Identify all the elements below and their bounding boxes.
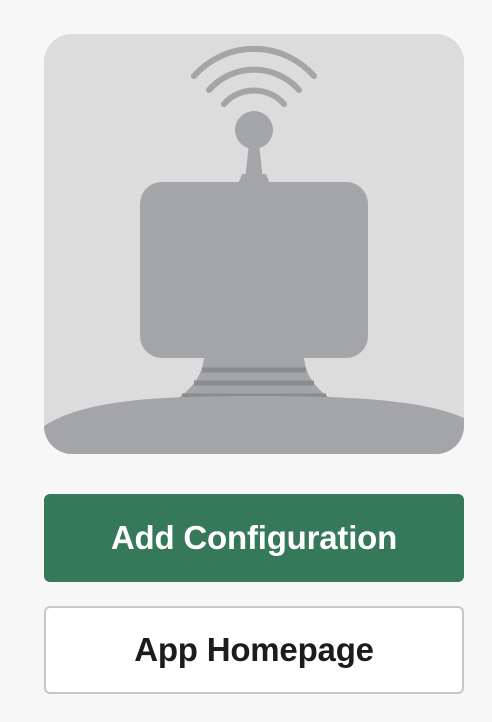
robot-head: [140, 182, 368, 358]
antenna-ball: [235, 111, 273, 149]
robot-shoulders: [44, 396, 464, 454]
broadcast-robot-icon: [44, 34, 464, 454]
app-icon: [44, 34, 464, 454]
app-homepage-button[interactable]: App Homepage: [44, 606, 464, 694]
add-configuration-button[interactable]: Add Configuration: [44, 494, 464, 582]
